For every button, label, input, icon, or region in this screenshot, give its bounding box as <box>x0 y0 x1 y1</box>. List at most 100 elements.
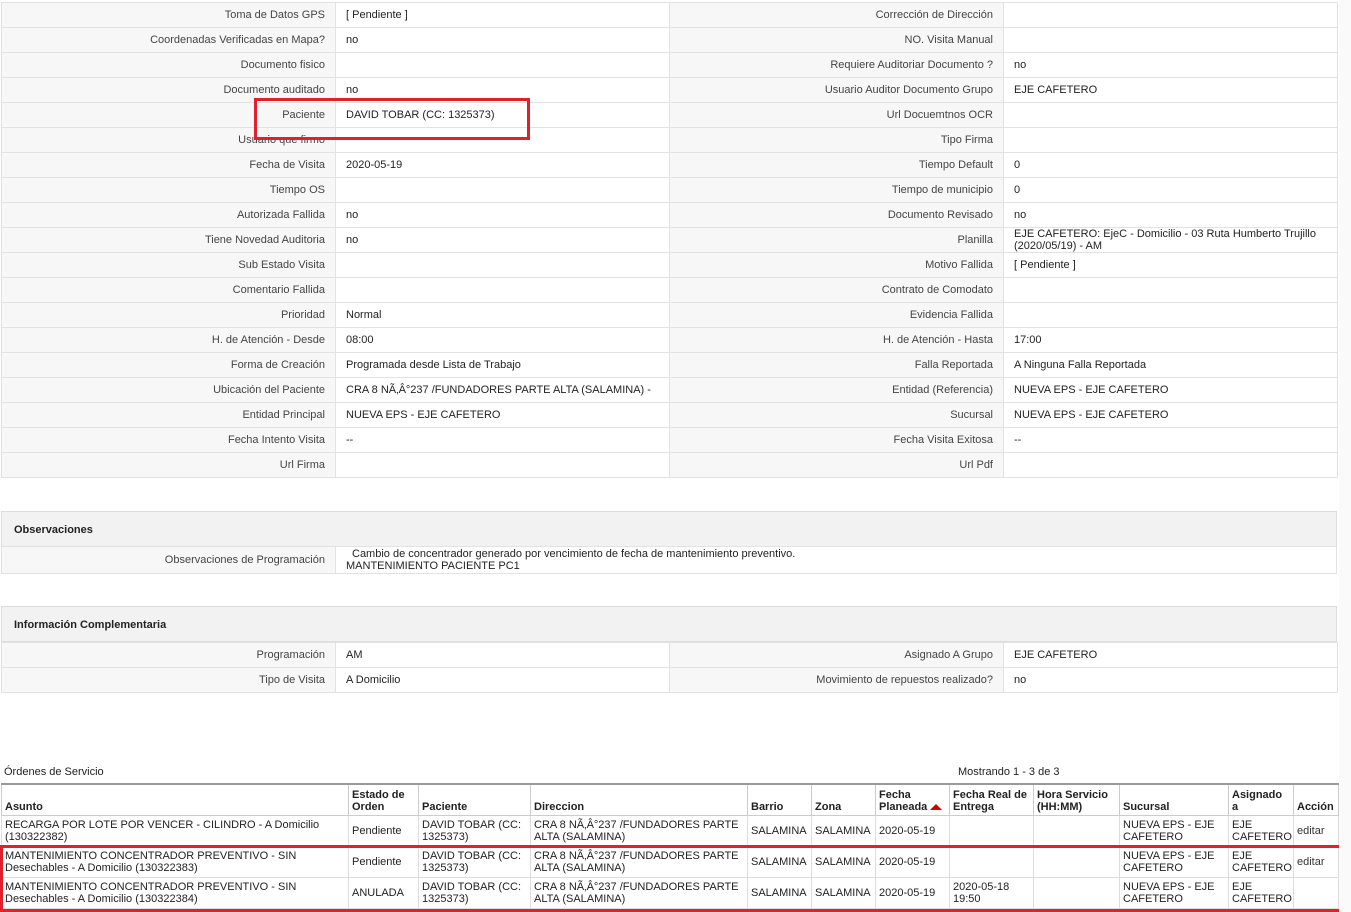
orders-cell-asunto: RECARGA POR LOTE POR VENCER - CILINDRO -… <box>1 815 349 847</box>
detail-label: Entidad (Referencia) <box>669 377 1004 403</box>
orders-cell-estado: ANULADA <box>348 877 419 909</box>
orders-cell-asignado: EJE CAFETERO <box>1228 815 1294 847</box>
detail-value <box>1003 302 1338 328</box>
page-scrollbar[interactable] <box>1339 0 1351 912</box>
edit-order-link[interactable]: editar <box>1297 825 1325 837</box>
observaciones-line-2: MANTENIMIENTO PACIENTE PC1 <box>346 560 520 572</box>
orders-cell-sucursal: NUEVA EPS - EJE CAFETERO <box>1119 815 1229 847</box>
detail-row: Entidad Principal NUEVA EPS - EJE CAFETER… <box>1 402 1338 428</box>
orders-header-cell[interactable]: Estado de Orden <box>348 783 419 816</box>
detail-value: EJE CAFETERO: EjeC - Domicilio - 03 Ruta… <box>1003 227 1338 253</box>
complementaria-label: Programación <box>1 642 336 668</box>
detail-label: Entidad Principal <box>1 402 336 428</box>
orders-header-label: Hora Servicio (HH:MM) <box>1037 789 1108 813</box>
detail-value: A Ninguna Falla Reportada <box>1003 352 1338 378</box>
complementaria-table: Programación AM Asignado A Grupo EJE CAFETE… <box>1 642 1338 693</box>
detail-value <box>335 127 670 153</box>
detail-value: no <box>335 202 670 228</box>
orders-header-cell[interactable]: Asignado a <box>1228 783 1294 816</box>
detail-label: Sucursal <box>669 402 1004 428</box>
orders-header-label: Acción <box>1297 801 1334 813</box>
orders-header-label: Direccion <box>534 801 585 813</box>
detail-row: Documento auditado no Usuario Auditor Docu… <box>1 77 1338 103</box>
orders-header-cell[interactable]: Hora Servicio (HH:MM) <box>1033 783 1120 816</box>
complementaria-label: Movimiento de repuestos realizado? <box>669 667 1004 693</box>
orders-header-label: Barrio <box>751 801 784 813</box>
detail-row: Fecha Intento Visita -- Fecha Visita Exito… <box>1 427 1338 453</box>
detail-value: DAVID TOBAR (CC: 1325373) <box>335 102 670 128</box>
detail-value <box>335 252 670 278</box>
detail-value: NUEVA EPS - EJE CAFETERO <box>335 402 670 428</box>
orders-row: MANTENIMIENTO CONCENTRADOR PREVENTIVO - … <box>1 846 1339 878</box>
detail-label: H. de Atención - Hasta <box>669 327 1004 353</box>
orders-header-label: Asunto <box>5 801 43 813</box>
detail-label: Url Firma <box>1 452 336 478</box>
orders-header-cell[interactable]: Paciente <box>418 783 531 816</box>
detail-label: Ubicación del Paciente <box>1 377 336 403</box>
orders-table: Asunto Estado de Orden Paciente Direccion Ba… <box>1 783 1339 909</box>
detail-label: Toma de Datos GPS <box>1 2 336 28</box>
orders-cell-estado: Pendiente <box>348 846 419 878</box>
orders-cell-asunto: MANTENIMIENTO CONCENTRADOR PREVENTIVO - … <box>1 846 349 878</box>
detail-label: Tipo Firma <box>669 127 1004 153</box>
orders-header-label: Sucursal <box>1123 801 1170 813</box>
detail-value <box>1003 2 1338 28</box>
detail-row: Prioridad Normal Evidencia Fallida <box>1 302 1338 328</box>
detail-label: Falla Reportada <box>669 352 1004 378</box>
orders-header-cell[interactable]: Asunto <box>1 783 349 816</box>
detail-row: Documento fisico Requiere Auditoriar Docu… <box>1 52 1338 78</box>
detail-value: 0 <box>1003 177 1338 203</box>
detail-value <box>335 277 670 303</box>
complementaria-row: Programación AM Asignado A Grupo EJE CAFETE… <box>1 642 1338 668</box>
detail-value: -- <box>1003 427 1338 453</box>
detail-value: Programada desde Lista de Trabajo <box>335 352 670 378</box>
orders-header-cell[interactable]: Zona <box>811 783 876 816</box>
detail-value: 17:00 <box>1003 327 1338 353</box>
orders-cell-barrio: SALAMINA <box>747 877 812 909</box>
detail-value <box>1003 277 1338 303</box>
orders-header-label: Paciente <box>422 801 468 813</box>
detail-label: Usuario Auditor Documento Grupo <box>669 77 1004 103</box>
detail-row: Url Firma Url Pdf <box>1 452 1338 478</box>
orders-cell-accion: editar <box>1293 815 1339 847</box>
orders-header-cell[interactable]: Barrio <box>747 783 812 816</box>
orders-header-cell[interactable]: Fecha Planeada <box>875 783 950 816</box>
observaciones-line-1: Cambio de concentrador generado por venc… <box>352 548 796 560</box>
sort-ascending-icon[interactable] <box>930 804 943 811</box>
orders-cell-fecha-planeada: 2020-05-19 <box>875 815 950 847</box>
detail-value: 0 <box>1003 152 1338 178</box>
orders-header-label: Asignado a <box>1232 789 1283 813</box>
observaciones-value: Cambio de concentrador generado por venc… <box>335 546 1337 574</box>
detail-value: [ Pendiente ] <box>1003 252 1338 278</box>
orders-cell-hora <box>1033 877 1120 909</box>
orders-row: MANTENIMIENTO CONCENTRADOR PREVENTIVO - … <box>1 877 1339 909</box>
complementaria-label: Asignado A Grupo <box>669 642 1004 668</box>
detail-label: Tiempo OS <box>1 177 336 203</box>
orders-count: Mostrando 1 - 3 de 3 <box>958 766 1060 778</box>
orders-cell-estado: Pendiente <box>348 815 419 847</box>
orders-header-cell[interactable]: Acción <box>1293 783 1339 816</box>
complementaria-value: no <box>1003 667 1338 693</box>
detail-row: Tiene Novedad Auditoria no Planilla EJE CAF… <box>1 227 1338 253</box>
detail-label: Forma de Creación <box>1 352 336 378</box>
detail-value: no <box>1003 52 1338 78</box>
complementaria-header: Información Complementaria <box>1 606 1337 642</box>
orders-cell-fecha-planeada: 2020-05-19 <box>875 877 950 909</box>
visit-details-table: Toma de Datos GPS[ Pendiente ] Corrección… <box>1 2 1338 478</box>
detail-value <box>335 52 670 78</box>
detail-value: EJE CAFETERO <box>1003 77 1338 103</box>
detail-row: Forma de Creación Programada desde Lista … <box>1 352 1338 378</box>
orders-header-cell[interactable]: Direccion <box>530 783 748 816</box>
orders-header-cell[interactable]: Sucursal <box>1119 783 1229 816</box>
orders-cell-accion: editar <box>1293 846 1339 878</box>
orders-cell-direccion: CRA 8 NÃ‚Â°237 /FUNDADORES PARTE ALTA (S… <box>530 877 748 909</box>
detail-label: Comentario Fallida <box>1 277 336 303</box>
detail-value: NUEVA EPS - EJE CAFETERO <box>1003 402 1338 428</box>
detail-label: Prioridad <box>1 302 336 328</box>
complementaria-row: Tipo de Visita A Domicilio Movimiento de r… <box>1 667 1338 693</box>
detail-value: 2020-05-19 <box>335 152 670 178</box>
edit-order-link[interactable]: editar <box>1297 856 1325 868</box>
orders-cell-barrio: SALAMINA <box>747 846 812 878</box>
orders-header-cell[interactable]: Fecha Real de Entrega <box>949 783 1034 816</box>
detail-row: Autorizada Fallida no Documento Revisado no <box>1 202 1338 228</box>
